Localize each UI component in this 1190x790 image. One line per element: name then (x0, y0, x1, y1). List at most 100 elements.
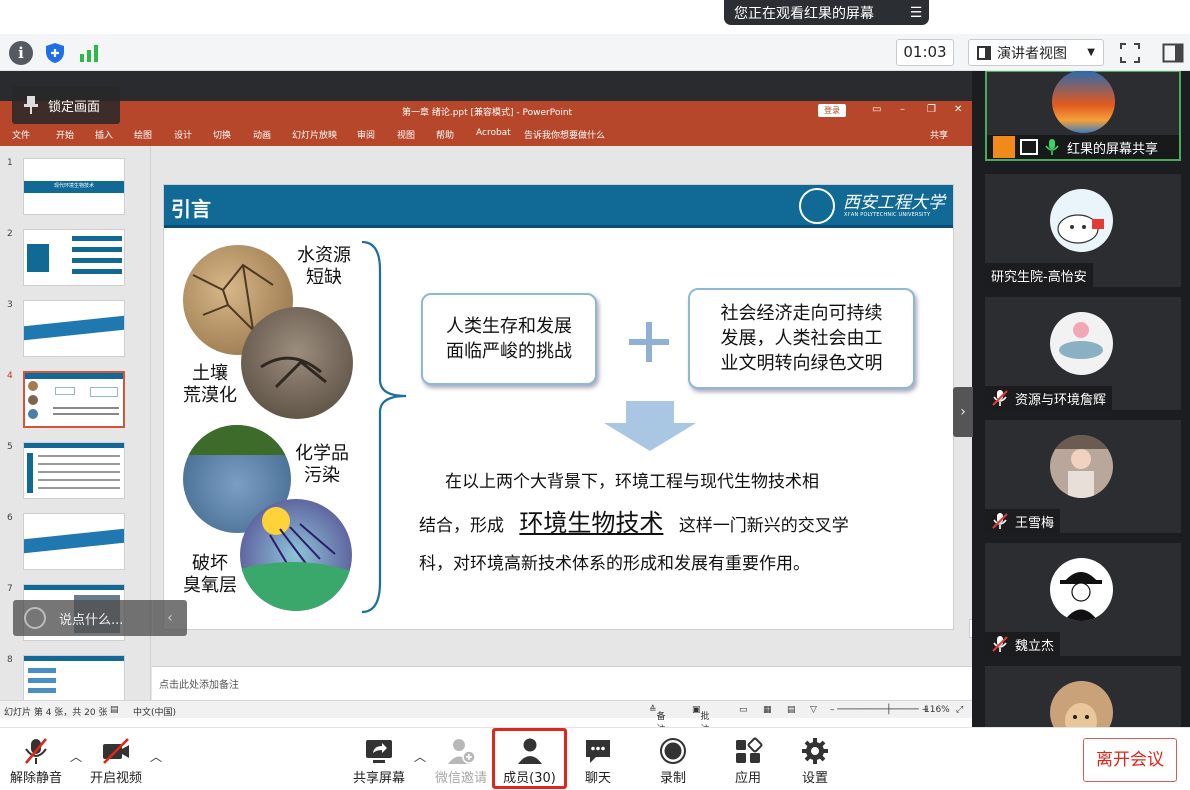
participant-name-bar: 资源与环境詹辉 (985, 386, 1113, 410)
participant-tile[interactable]: 资源与环境詹辉 (985, 297, 1181, 410)
viewing-banner[interactable]: 您正在观看红果的屏幕 ☰ (724, 0, 929, 25)
thumb-number: 3 (7, 300, 13, 310)
chevron-down-icon: ▼ (1087, 47, 1095, 58)
unmute-button[interactable]: 解除静音 (8, 728, 64, 790)
start-video-label: 开启视频 (89, 771, 142, 786)
reading-view-icon[interactable]: ▤ (787, 705, 796, 715)
tell-me-search[interactable]: 告诉我你想要做什么 (524, 128, 605, 141)
ribbon-tab[interactable]: 审阅 (357, 128, 375, 141)
participant-name-bar: 红果的屏幕共享 (987, 135, 1179, 159)
record-button[interactable]: 录制 (645, 728, 701, 790)
notes-btn-label: 备注 (656, 712, 666, 727)
slideshow-icon[interactable]: ▽ (810, 705, 817, 715)
paragraph-line-1: 在以上两个大背景下，环境工程与现代生物技术相 (445, 472, 819, 492)
share-screen-label: 共享屏幕 (352, 771, 405, 786)
share-screen-icon (366, 740, 392, 763)
ribbon-tab[interactable]: 设计 (174, 128, 192, 141)
slide-thumbnail-5[interactable] (23, 442, 125, 499)
info-icon[interactable]: i (9, 41, 33, 65)
current-slide[interactable]: 引言 西安工程大学 XI'AN POLYTECHNIC UNIVERSITY 水… (163, 184, 954, 630)
ppt-login-button[interactable]: 登录 (818, 104, 846, 117)
share-options-chevron-icon[interactable]: ︿ (414, 748, 426, 765)
ribbon-display-icon[interactable]: ▭ (872, 104, 881, 115)
notes-pane[interactable]: 点击此处添加备注 (152, 666, 972, 700)
emoji-icon[interactable] (24, 607, 46, 629)
slide-thumbnail-3[interactable] (23, 300, 125, 357)
participant-panel[interactable]: 红果的屏幕共享 研究生院-高怡安 资源与环境詹辉 王雪梅 魏立杰 (972, 71, 1190, 727)
mic-muted-icon (992, 636, 1008, 652)
caption-chem: 化学品 污染 (286, 443, 358, 487)
caption-line: 化学品 (295, 443, 349, 464)
ppt-ribbon-tabs: 文件 开始 插入 绘图 设计 切换 动画 幻灯片放映 审阅 视图 帮助 Acro… (0, 121, 972, 146)
meeting-window: 您正在观看红果的屏幕 ☰ i 01:03 演讲者视图 ▼ 第一章 绪论.ppt … (0, 0, 1190, 790)
lock-screen-button[interactable]: 锁定画面 (12, 86, 120, 124)
highlight-term: 环境生物技术 (519, 509, 664, 537)
audio-options-chevron-icon[interactable]: ︿ (70, 748, 82, 765)
wechat-invite-button[interactable]: 微信邀请 (432, 728, 490, 790)
participant-name: 王雪梅 (1015, 515, 1055, 531)
sidebar-toggle-icon[interactable] (1161, 41, 1185, 65)
ribbon-tab[interactable]: 切换 (213, 128, 231, 141)
challenge-box: 人类生存和发展 面临严峻的挑战 (421, 293, 597, 385)
host-icon (993, 136, 1015, 158)
view-mode-select[interactable]: 演讲者视图 ▼ (968, 39, 1104, 66)
expand-panel-handle[interactable]: › (953, 387, 973, 437)
caption-ozone: 破坏 臭氧层 (174, 553, 246, 597)
ribbon-tab[interactable]: 幻灯片放映 (292, 128, 337, 141)
apps-button[interactable]: 应用 (720, 728, 776, 790)
slide-thumbnail-6[interactable] (23, 513, 125, 570)
chat-button[interactable]: 聊天 (570, 728, 626, 790)
avatar (1050, 681, 1113, 727)
ribbon-tab[interactable]: 文件 (12, 128, 30, 141)
leave-meeting-button[interactable]: 离开会议 (1083, 738, 1177, 782)
settings-button[interactable]: 设置 (787, 728, 843, 790)
camera-off-icon (103, 738, 129, 764)
ribbon-tab[interactable]: 动画 (253, 128, 271, 141)
ribbon-tab[interactable]: 视图 (397, 128, 415, 141)
avatar (1050, 312, 1113, 375)
ribbon-tab[interactable]: 帮助 (436, 128, 454, 141)
zoom-slider[interactable]: – ─────────┼───── + (830, 705, 929, 715)
slide-thumbnail-2[interactable] (23, 229, 125, 286)
participant-tile[interactable]: 红果的屏幕共享 (985, 71, 1181, 161)
box-line: 社会经济走向可持续 (720, 303, 883, 324)
normal-view-icon[interactable]: ▭ (739, 705, 748, 715)
minimize-icon[interactable]: – (900, 104, 905, 115)
caption-water: 水资源 短缺 (288, 245, 360, 289)
restore-icon[interactable]: ❐ (927, 104, 936, 115)
spellcheck-icon[interactable]: ▤ (110, 705, 119, 715)
video-options-chevron-icon[interactable]: ︿ (150, 748, 162, 765)
banner-menu-icon[interactable]: ☰ (903, 5, 929, 21)
sorter-view-icon[interactable]: ▦ (763, 705, 772, 715)
slide-editor[interactable]: 引言 西安工程大学 XI'AN POLYTECHNIC UNIVERSITY 水… (152, 146, 972, 666)
members-button[interactable]: 成员(30) (492, 728, 567, 789)
ppt-share-button[interactable]: 共享 (930, 128, 948, 141)
participant-tile[interactable]: 魏立杰 (985, 543, 1181, 656)
quick-chat-input[interactable]: 说点什么... ‹ (13, 600, 187, 636)
record-label: 录制 (659, 771, 686, 786)
network-signal-icon[interactable] (77, 41, 101, 65)
participant-tile[interactable]: 王雪梅 (985, 420, 1181, 533)
ribbon-tab[interactable]: 开始 (56, 128, 74, 141)
fullscreen-icon[interactable] (1118, 41, 1142, 65)
slide-thumbnail-4[interactable] (23, 371, 125, 428)
share-screen-button[interactable]: 共享屏幕 (350, 728, 408, 790)
language-label: 中文(中国) (133, 708, 177, 718)
ribbon-tab[interactable]: Acrobat (476, 128, 511, 138)
security-shield-icon[interactable] (43, 41, 67, 65)
fit-window-icon[interactable]: ⤢ (956, 705, 963, 715)
participant-tile[interactable] (985, 666, 1181, 727)
ribbon-tab[interactable]: 插入 (95, 128, 113, 141)
start-video-button[interactable]: 开启视频 (88, 728, 144, 790)
comments-button[interactable]: ▣ 批注 (692, 705, 710, 727)
avatar (1050, 558, 1113, 621)
close-icon[interactable]: ✕ (954, 104, 962, 115)
slide-thumbnail-1[interactable]: 现代环境生物技术 (23, 158, 125, 215)
university-logo-icon (799, 188, 835, 224)
ribbon-tab[interactable]: 绘图 (134, 128, 152, 141)
speaker-view-icon (977, 45, 991, 60)
settings-label: 设置 (801, 771, 828, 786)
participant-tile[interactable]: 研究生院-高怡安 (985, 174, 1181, 287)
notes-button[interactable]: ≙ 备注 (649, 705, 666, 727)
collapse-chat-icon[interactable]: ‹ (152, 600, 187, 636)
